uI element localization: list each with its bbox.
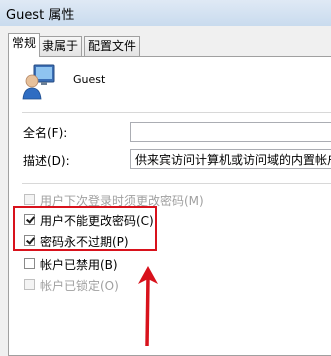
username: Guest [73, 73, 106, 86]
checkbox[interactable] [24, 279, 35, 290]
checkbox[interactable] [24, 258, 35, 269]
description-label: 描述(D): [23, 154, 70, 168]
tab-general-label: 常规 [12, 36, 37, 50]
tab-profile[interactable]: 配置文件 [84, 36, 141, 56]
window-title: Guest 属性 [6, 8, 75, 23]
description-field[interactable]: 供来宾访问计算机或访问域的内置帐户 [130, 149, 331, 169]
tab-profile-label: 配置文件 [88, 39, 137, 53]
option-label: 帐户已锁定(O) [40, 279, 119, 293]
separator [22, 112, 331, 113]
tab-general[interactable]: 常规 [8, 33, 40, 57]
full-name-field[interactable] [130, 122, 331, 142]
tab-member-of-label: 隶属于 [42, 39, 79, 53]
full-name-label: 全名(F): [23, 126, 68, 140]
annotation-highlight-box [13, 206, 157, 251]
user-account-icon [22, 64, 55, 100]
annotation-arrow-icon [138, 266, 158, 347]
tab-member-of[interactable]: 隶属于 [38, 36, 83, 56]
separator [22, 183, 331, 184]
checkbox[interactable] [24, 194, 35, 205]
title-bar: Guest 属性 [0, 0, 331, 26]
option-label: 帐户已禁用(B) [40, 258, 118, 272]
